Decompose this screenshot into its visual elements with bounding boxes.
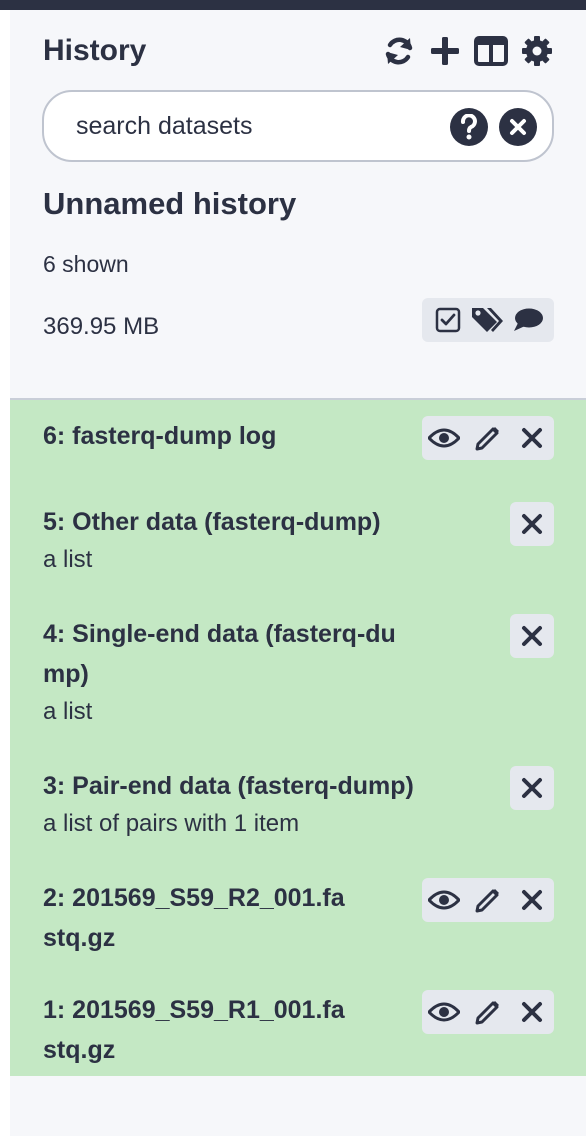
- pencil-icon[interactable]: [469, 419, 507, 457]
- pencil-icon[interactable]: [469, 881, 507, 919]
- help-icon[interactable]: [450, 108, 488, 146]
- search-input[interactable]: [76, 106, 436, 146]
- list-item: 1: 201569_S59_R1_001.fa stq.gz: [43, 990, 483, 1070]
- eye-icon[interactable]: [425, 993, 463, 1031]
- dataset-title[interactable]: 5: Other data (fasterq-dump): [43, 502, 483, 542]
- dataset-title[interactable]: 3: Pair-end data (fasterq-dump): [43, 766, 483, 806]
- dataset-actions: [510, 614, 554, 658]
- history-panel: History search datasets Unnamed history …: [10, 10, 586, 1136]
- dataset-title[interactable]: 4: Single-end data (fasterq-du mp): [43, 614, 483, 694]
- history-meta-buttons: [422, 298, 554, 342]
- dataset-title-line: 4: Single-end data (fasterq-du: [43, 620, 396, 648]
- panel-title: History: [43, 34, 147, 67]
- dataset-title[interactable]: 6: fasterq-dump log: [43, 416, 483, 456]
- close-icon[interactable]: [513, 617, 551, 655]
- eye-icon[interactable]: [425, 419, 463, 457]
- dataset-title-line: mp): [43, 660, 89, 688]
- close-icon[interactable]: [513, 881, 551, 919]
- dataset-actions: [510, 766, 554, 810]
- dataset-title-line: 2: 201569_S59_R2_001.fa: [43, 884, 345, 912]
- dataset-actions: [422, 878, 554, 922]
- gear-icon[interactable]: [518, 32, 556, 70]
- history-name[interactable]: Unnamed history: [43, 186, 296, 222]
- list-item: 5: Other data (fasterq-dump) a list: [43, 502, 483, 578]
- tags-icon[interactable]: [470, 302, 506, 338]
- columns-icon[interactable]: [472, 32, 510, 70]
- top-bar: [0, 0, 586, 10]
- select-items-icon[interactable]: [430, 302, 466, 338]
- dataset-title-line: 1: 201569_S59_R1_001.fa: [43, 996, 345, 1024]
- close-icon[interactable]: [513, 505, 551, 543]
- dataset-title-line: stq.gz: [43, 1036, 116, 1064]
- pencil-icon[interactable]: [469, 993, 507, 1031]
- eye-icon[interactable]: [425, 881, 463, 919]
- dataset-actions: [510, 502, 554, 546]
- list-item: 2: 201569_S59_R2_001.fa stq.gz: [43, 878, 483, 958]
- dataset-list: 6: fasterq-dump log 5: Other data (faste…: [10, 400, 586, 1076]
- dataset-subtitle: a list: [43, 546, 93, 573]
- dataset-actions: [422, 990, 554, 1034]
- close-icon[interactable]: [513, 419, 551, 457]
- history-actions: [380, 32, 556, 70]
- close-icon[interactable]: [513, 769, 551, 807]
- list-item: 6: fasterq-dump log: [43, 416, 483, 456]
- plus-icon[interactable]: [426, 32, 464, 70]
- list-item: 3: Pair-end data (fasterq-dump) a list o…: [43, 766, 483, 842]
- dataset-actions: [422, 416, 554, 460]
- dataset-subtitle: a list: [43, 698, 93, 725]
- search-box: [42, 90, 554, 162]
- list-item: 4: Single-end data (fasterq-du mp) a lis…: [43, 614, 483, 730]
- shown-count: 6 shown: [43, 251, 129, 277]
- close-icon[interactable]: [513, 993, 551, 1031]
- clear-search-icon[interactable]: [499, 108, 537, 146]
- dataset-title[interactable]: 1: 201569_S59_R1_001.fa stq.gz: [43, 990, 483, 1070]
- history-size: 369.95 MB: [43, 313, 160, 340]
- sync-icon[interactable]: [380, 32, 418, 70]
- dataset-subtitle: a list of pairs with 1 item: [43, 810, 300, 837]
- dataset-title-line: stq.gz: [43, 924, 116, 952]
- dataset-title[interactable]: 2: 201569_S59_R2_001.fa stq.gz: [43, 878, 483, 958]
- annotation-icon[interactable]: [510, 302, 546, 338]
